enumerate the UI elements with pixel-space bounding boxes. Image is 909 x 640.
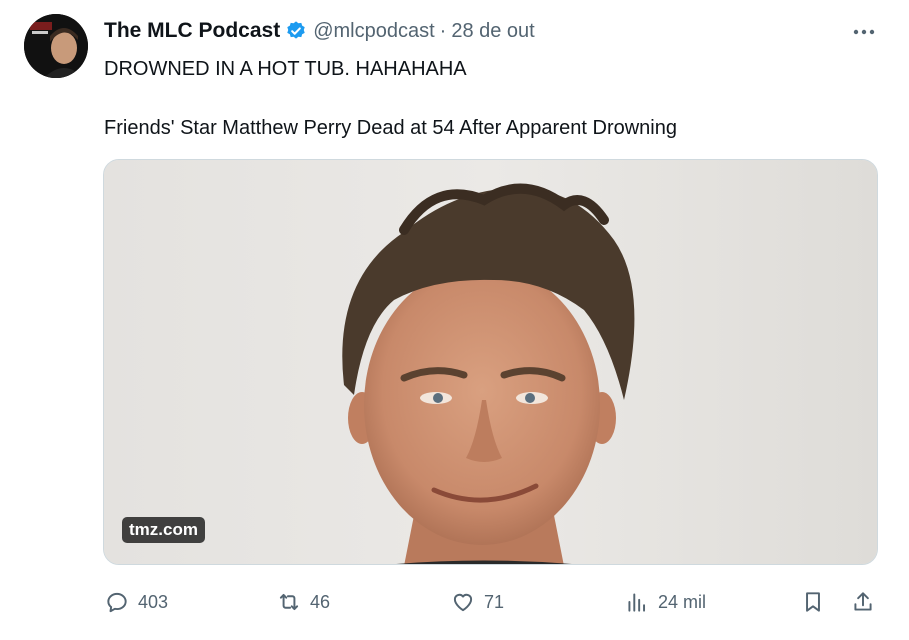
- avatar-photo: [24, 14, 88, 78]
- share-button[interactable]: [850, 588, 876, 616]
- portrait-photo: [104, 160, 877, 564]
- display-name[interactable]: The MLC Podcast: [104, 19, 280, 43]
- views-icon: [628, 593, 646, 612]
- views-count: 24 mil: [658, 591, 707, 612]
- like-button[interactable]: 71: [450, 588, 504, 616]
- tweet-text: DROWNED IN A HOT TUB. HAHAHAHA: [104, 58, 467, 80]
- bookmark-button[interactable]: [800, 588, 826, 616]
- repost-count: 46: [310, 591, 331, 612]
- verified-badge-icon: [285, 20, 307, 42]
- user-handle[interactable]: @mlcpodcast: [313, 20, 434, 43]
- bookmark-icon: [806, 592, 820, 612]
- heart-icon: [453, 593, 473, 612]
- action-bar: 403 46 71 24 mil: [0, 588, 909, 618]
- media-source-label[interactable]: tmz.com: [122, 517, 205, 543]
- reply-icon: [107, 592, 127, 613]
- tweet-text-headline: Friends' Star Matthew Perry Dead at 54 A…: [104, 117, 677, 139]
- repost-button[interactable]: 46: [276, 588, 330, 616]
- more-options-button[interactable]: [850, 22, 878, 42]
- reply-button[interactable]: 403: [104, 588, 168, 616]
- tweet-header: The MLC Podcast @mlcpodcast · 28 de out: [104, 19, 535, 43]
- like-count: 71: [484, 591, 505, 612]
- media-card[interactable]: [103, 159, 878, 565]
- views-button[interactable]: 24 mil: [624, 588, 706, 616]
- reply-count: 403: [138, 591, 169, 612]
- post-date[interactable]: 28 de out: [451, 20, 534, 43]
- separator-dot: ·: [439, 19, 447, 42]
- repost-icon: [279, 593, 299, 611]
- share-icon: [854, 592, 872, 611]
- avatar[interactable]: [24, 14, 88, 78]
- more-dots-icon: [853, 29, 875, 35]
